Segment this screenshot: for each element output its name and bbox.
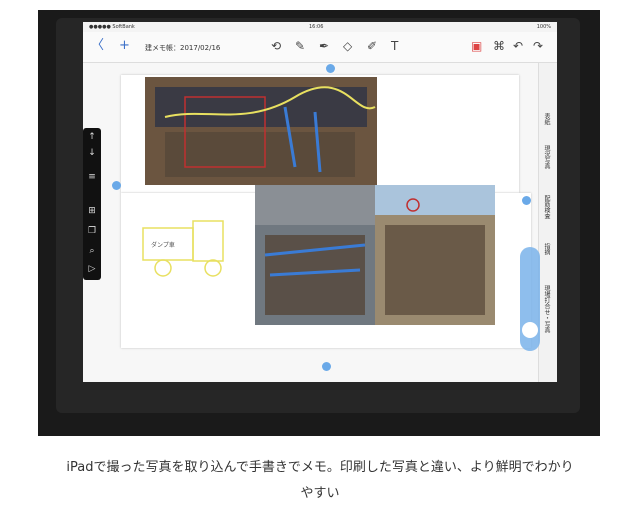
- caption-line-1: iPadで撮った写真を取り込んで手書きでメモ。印刷した写真と違い、より鮮明でわか…: [66, 460, 574, 475]
- plus-icon[interactable]: +: [119, 38, 130, 54]
- sketch-label: ダンプ車: [151, 241, 175, 249]
- carrier-label: ●●●●● SoftBank: [89, 24, 135, 30]
- battery-label: 100%: [536, 24, 551, 30]
- mic-icon[interactable]: ⌘: [493, 39, 505, 53]
- add-page-icon[interactable]: ⊞: [85, 206, 99, 216]
- page-handle-left[interactable]: [112, 181, 121, 190]
- tab-rebar-inspection[interactable]: 配筋検査: [542, 195, 551, 219]
- marker-icon[interactable]: ✒: [319, 39, 329, 53]
- text-icon[interactable]: T: [391, 39, 398, 53]
- undo-icon[interactable]: ↶: [513, 39, 523, 53]
- note-canvas[interactable]: ダンプ車: [83, 63, 539, 382]
- site-photo-1: [145, 77, 377, 185]
- tool-palette: ↑ ↓ ≡ ⊞ ❐ ⌕ ▷: [83, 128, 101, 280]
- search-icon[interactable]: ⌕: [85, 246, 99, 256]
- copy-icon[interactable]: ❐: [85, 226, 99, 236]
- menu-icon[interactable]: ≡: [85, 172, 99, 182]
- play-icon[interactable]: ▷: [85, 264, 99, 274]
- status-bar: ●●●●● SoftBank 16:06 100%: [83, 22, 557, 32]
- site-photo-2: [255, 185, 375, 325]
- back-icon[interactable]: 〈: [91, 38, 104, 54]
- toolbar: 〈 + 建メモ帳：2017/02/16 ⟲ ✎ ✒ ◇ ✐ T ▣ ⌘ ↶ ↷: [83, 32, 557, 63]
- photo-caption: iPadで撮った写真を取り込んで手書きでメモ。印刷した写真と違い、より鮮明でわか…: [0, 455, 640, 507]
- eraser-icon[interactable]: ◇: [343, 39, 352, 53]
- page-handle-top[interactable]: [326, 64, 335, 73]
- tab-site-meeting[interactable]: 現場打合せ・写真: [542, 285, 551, 333]
- notebook-title: 建メモ帳：2017/02/16: [145, 44, 221, 52]
- tab-notes[interactable]: 指摘: [542, 243, 551, 255]
- highlighter-icon[interactable]: ✐: [367, 39, 377, 53]
- clock: 16:06: [309, 24, 324, 30]
- arrow-down-icon[interactable]: ↓: [85, 148, 99, 158]
- dump-truck-sketch: ダンプ車: [142, 220, 224, 277]
- redo-icon[interactable]: ↷: [533, 39, 543, 53]
- zoom-slider-knob[interactable]: [522, 322, 538, 338]
- site-photo-3: [375, 185, 495, 325]
- pen-icon[interactable]: ✎: [295, 39, 305, 53]
- section-tabs: 表紙 現況写真 配筋検査 指摘 現場打合せ・写真: [538, 63, 557, 382]
- arrow-up-icon[interactable]: ↑: [85, 132, 99, 142]
- page-handle-right[interactable]: [522, 196, 531, 205]
- tab-current-photos[interactable]: 現況写真: [542, 145, 551, 169]
- tab-cover[interactable]: 表紙: [542, 113, 551, 125]
- page-handle-bottom[interactable]: [322, 362, 331, 371]
- bell-icon[interactable]: ▣: [471, 39, 482, 53]
- caption-line-2: やすい: [300, 486, 340, 501]
- app-screen: ●●●●● SoftBank 16:06 100% 〈 + 建メモ帳：2017/…: [83, 22, 557, 382]
- lasso-icon[interactable]: ⟲: [271, 39, 281, 53]
